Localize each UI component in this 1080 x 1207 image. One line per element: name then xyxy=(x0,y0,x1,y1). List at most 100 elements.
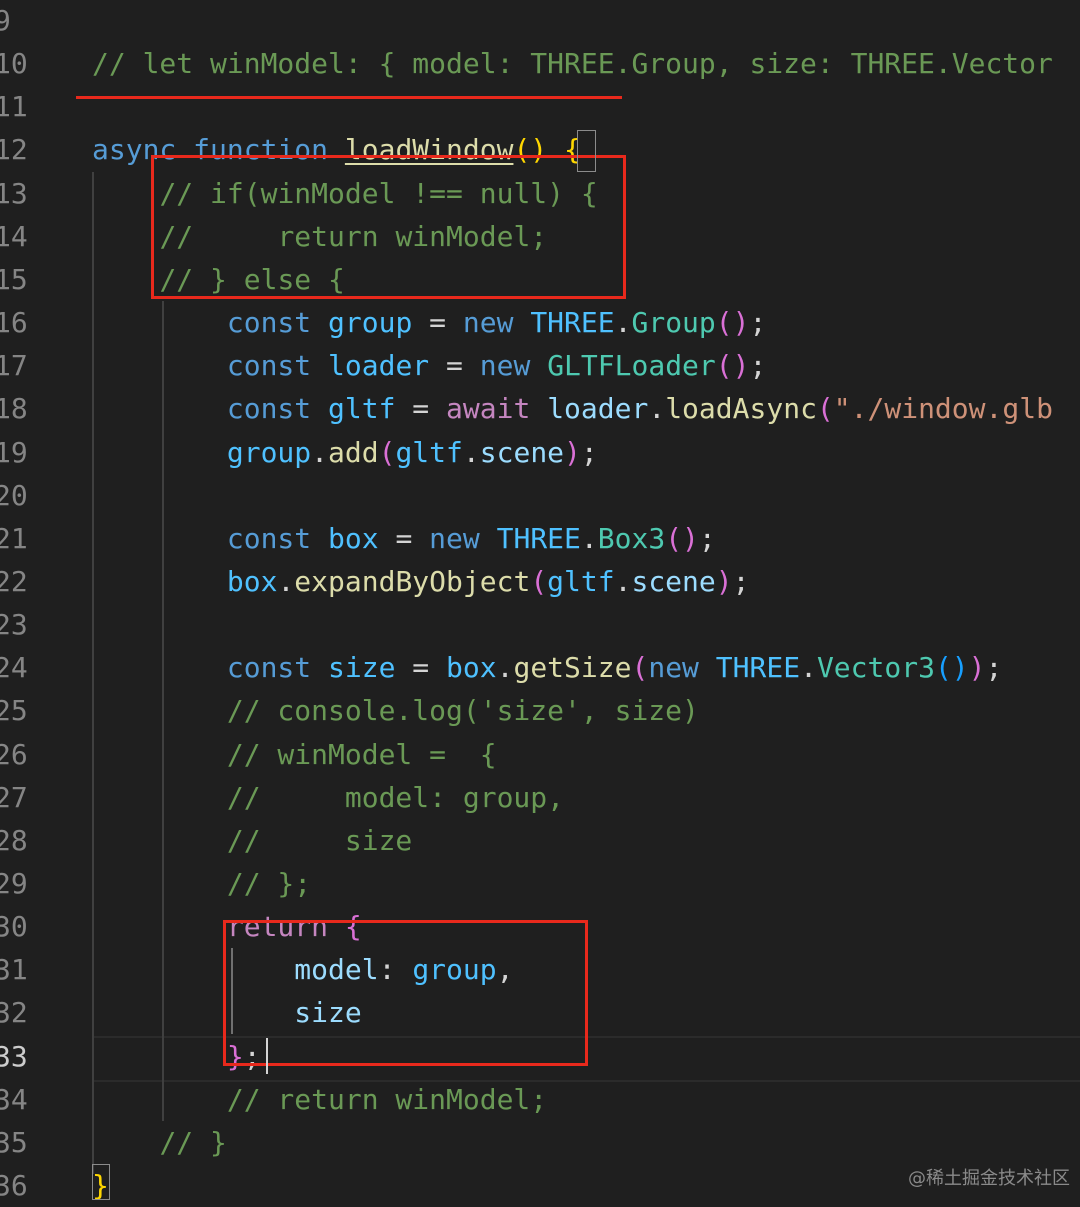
code-token: () xyxy=(934,651,969,685)
line-number: 27 xyxy=(0,780,28,814)
code-token: () xyxy=(715,306,750,340)
code-line[interactable]: 23 xyxy=(0,603,1080,646)
code-token: ; xyxy=(732,564,750,598)
text-cursor xyxy=(266,1038,268,1074)
line-number: 17 xyxy=(0,349,28,383)
code-token: "./window.glb xyxy=(833,392,1053,426)
code-token: box xyxy=(328,521,379,555)
line-number: 29 xyxy=(0,867,28,900)
line-number: 36 xyxy=(0,1169,28,1203)
code-text: // let winModel: { model: THREE.Group, s… xyxy=(92,42,1053,85)
code-line[interactable]: 17 const loader = new GLTFLoader(); xyxy=(0,344,1080,387)
code-line[interactable]: 25 // console.log('size', size) xyxy=(0,689,1080,732)
code-line[interactable]: 24 const size = box.getSize(new THREE.Ve… xyxy=(0,646,1080,689)
code-token: const xyxy=(226,392,312,426)
watermark: @稀土掘金技术社区 xyxy=(908,1168,1070,1189)
bracket-match-highlight xyxy=(92,1164,110,1200)
line-number: 16 xyxy=(0,306,28,340)
code-text: const size = box.getSize(new THREE.Vecto… xyxy=(92,646,1003,689)
bracket-match-highlight xyxy=(577,130,596,172)
code-token: new xyxy=(429,521,480,555)
code-token: gltf xyxy=(547,564,615,598)
code-text: // console.log('size', size) xyxy=(92,689,699,732)
code-line[interactable]: 22 box.expandByObject(gltf.scene); xyxy=(0,560,1080,603)
code-token: Vector3 xyxy=(816,651,935,685)
code-token: THREE xyxy=(530,306,615,340)
code-text: // winModel = { xyxy=(92,733,497,776)
code-token: = xyxy=(395,651,447,685)
line-number: 30 xyxy=(0,910,28,944)
code-token: const xyxy=(226,306,312,340)
code-text: // } xyxy=(92,1121,226,1164)
code-line[interactable]: 9 xyxy=(0,0,1080,42)
code-token: . xyxy=(614,564,632,598)
annotation-box-commented-if xyxy=(151,155,626,299)
line-number: 21 xyxy=(0,521,28,555)
code-token: GLTFLoader xyxy=(547,349,716,383)
code-text: group.add(gltf.scene); xyxy=(92,431,598,474)
line-number: 31 xyxy=(0,953,28,987)
code-token: () xyxy=(715,349,750,383)
code-line[interactable]: 20 xyxy=(0,474,1080,517)
code-line[interactable]: 27 // model: group, xyxy=(0,776,1080,819)
code-line[interactable]: 29 // }; xyxy=(0,862,1080,905)
code-token: . xyxy=(277,564,295,598)
code-line[interactable]: 11 xyxy=(0,85,1080,128)
code-token: new xyxy=(648,651,699,685)
code-token: ; xyxy=(985,651,1003,685)
code-line[interactable]: 28 // size xyxy=(0,819,1080,862)
code-token: ) xyxy=(968,651,986,685)
line-number: 19 xyxy=(0,435,28,469)
code-token: Group xyxy=(631,306,716,340)
code-token: group xyxy=(328,306,413,340)
code-text: const loader = new GLTFLoader(); xyxy=(92,344,766,387)
code-text: // size xyxy=(92,819,412,862)
code-token: . xyxy=(496,651,514,685)
code-token: const xyxy=(226,349,312,383)
code-line[interactable]: 34 // return winModel; xyxy=(0,1078,1080,1121)
code-token: THREE xyxy=(496,521,581,555)
code-line[interactable]: 35 // } xyxy=(0,1121,1080,1164)
code-token: Box3 xyxy=(597,521,666,555)
code-line[interactable]: 10 // let winModel: { model: THREE.Group,… xyxy=(0,42,1080,85)
code-line[interactable]: 26 // winModel = { xyxy=(0,733,1080,776)
code-token: = xyxy=(378,521,430,555)
code-token: // model: group, xyxy=(226,780,565,814)
code-line[interactable]: 21 const box = new THREE.Box3(); xyxy=(0,517,1080,560)
code-line[interactable]: 16 const group = new THREE.Group(); xyxy=(0,301,1080,344)
code-token: // size xyxy=(226,823,413,857)
code-token: ( xyxy=(530,564,548,598)
code-line[interactable]: 18 const gltf = await loader.loadAsync("… xyxy=(0,387,1080,430)
code-token: = xyxy=(395,392,447,426)
code-token: box xyxy=(226,564,278,598)
code-token: box xyxy=(446,651,497,685)
code-token: ( xyxy=(378,435,396,469)
code-token: gltf xyxy=(328,392,396,426)
code-token: group xyxy=(226,435,312,469)
annotation-box-return-object xyxy=(223,920,588,1066)
line-number: 33 xyxy=(0,1039,28,1073)
line-number: 26 xyxy=(0,737,28,771)
code-token: ) xyxy=(715,564,733,598)
code-text: const gltf = await loader.loadAsync("./w… xyxy=(92,387,1053,430)
code-token: getSize xyxy=(513,651,632,685)
code-token: ( xyxy=(816,392,834,426)
line-number: 24 xyxy=(0,651,28,685)
code-token: // let winModel: { model: THREE.Group, s… xyxy=(92,47,1053,81)
code-line[interactable]: 19 group.add(gltf.scene); xyxy=(0,431,1080,474)
code-token: . xyxy=(648,392,666,426)
